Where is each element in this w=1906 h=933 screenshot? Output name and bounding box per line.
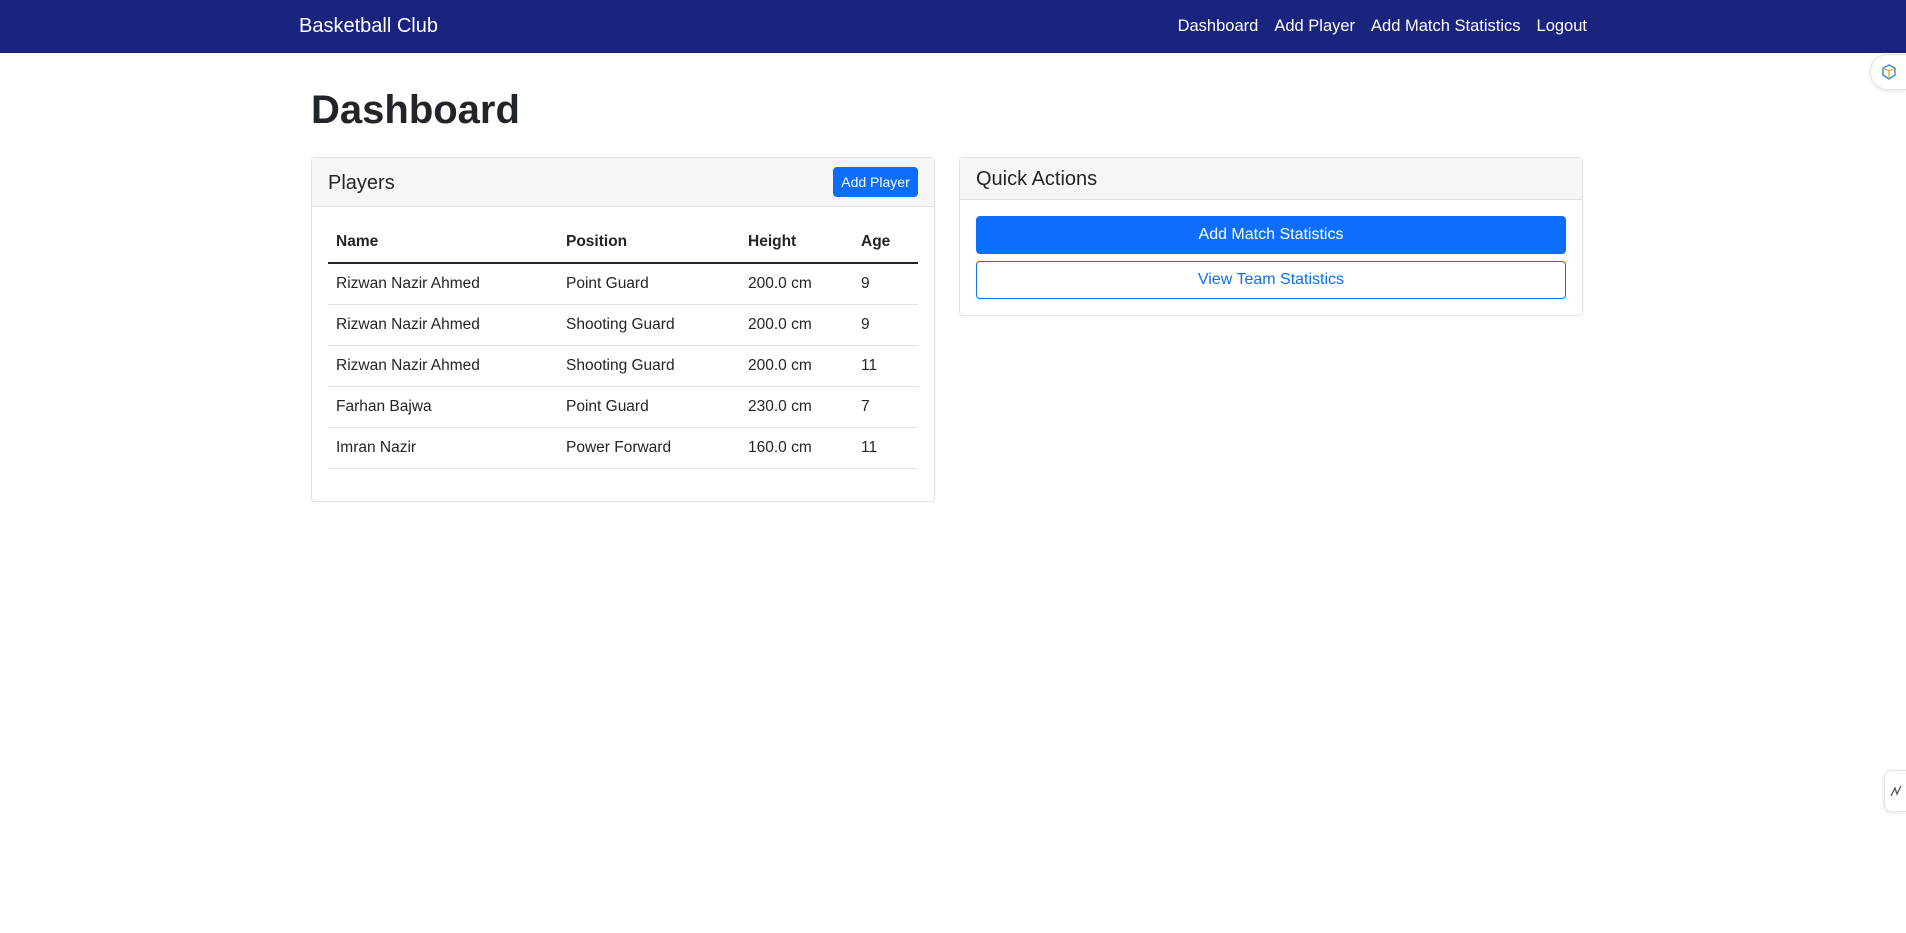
cell-position: Point Guard	[558, 386, 740, 428]
quick-actions-card: Quick Actions Add Match Statistics View …	[959, 157, 1583, 316]
cell-age: 7	[853, 386, 918, 428]
table-row: Rizwan Nazir Ahmed Point Guard 200.0 cm …	[328, 263, 918, 305]
cell-age: 9	[853, 263, 918, 305]
cell-name: Rizwan Nazir Ahmed	[328, 263, 558, 305]
resize-handle-icon	[1889, 785, 1902, 797]
cell-age: 9	[853, 304, 918, 346]
players-card: Players Add Player Name Position Height …	[311, 157, 935, 502]
cell-name: Rizwan Nazir Ahmed	[328, 345, 558, 387]
column-header-name: Name	[328, 222, 558, 264]
add-player-button[interactable]: Add Player	[833, 167, 918, 197]
cell-age: 11	[853, 427, 918, 469]
cell-position: Shooting Guard	[558, 304, 740, 346]
cell-name: Rizwan Nazir Ahmed	[328, 304, 558, 346]
nav-links: Dashboard Add Player Add Match Statistic…	[1178, 0, 1587, 53]
cell-height: 230.0 cm	[740, 386, 853, 428]
top-navbar: Basketball Club Dashboard Add Player Add…	[0, 0, 1906, 53]
brand-logo-text[interactable]: Basketball Club	[299, 0, 438, 53]
cell-name: Imran Nazir	[328, 427, 558, 469]
nav-link-dashboard[interactable]: Dashboard	[1178, 17, 1259, 36]
table-row: Farhan Bajwa Point Guard 230.0 cm 7	[328, 386, 918, 428]
quick-actions-card-title: Quick Actions	[976, 168, 1098, 190]
cell-height: 200.0 cm	[740, 304, 853, 346]
nav-link-add-match-statistics[interactable]: Add Match Statistics	[1371, 17, 1520, 36]
players-table: Name Position Height Age Rizwan Nazir Ah…	[328, 222, 918, 469]
resize-side-tab[interactable]	[1884, 770, 1906, 812]
extension-icon	[1881, 64, 1896, 80]
extension-side-tab[interactable]	[1870, 54, 1906, 90]
view-team-statistics-button[interactable]: View Team Statistics	[976, 261, 1566, 299]
nav-link-add-player[interactable]: Add Player	[1274, 17, 1355, 36]
cell-height: 200.0 cm	[740, 263, 853, 305]
cell-height: 200.0 cm	[740, 345, 853, 387]
column-header-position: Position	[558, 222, 740, 264]
cell-age: 11	[853, 345, 918, 387]
table-header-row: Name Position Height Age	[328, 222, 918, 264]
table-row: Imran Nazir Power Forward 160.0 cm 11	[328, 427, 918, 469]
column-header-age: Age	[853, 222, 918, 264]
quick-actions-card-header: Quick Actions	[960, 158, 1582, 200]
column-header-height: Height	[740, 222, 853, 264]
cell-name: Farhan Bajwa	[328, 386, 558, 428]
table-row: Rizwan Nazir Ahmed Shooting Guard 200.0 …	[328, 304, 918, 346]
cell-position: Power Forward	[558, 427, 740, 469]
cell-position: Shooting Guard	[558, 345, 740, 387]
cell-height: 160.0 cm	[740, 427, 853, 469]
players-card-title: Players	[328, 172, 395, 194]
page-title: Dashboard	[311, 88, 520, 132]
add-match-statistics-button[interactable]: Add Match Statistics	[976, 216, 1566, 254]
cell-position: Point Guard	[558, 263, 740, 305]
players-card-header: Players Add Player	[312, 158, 934, 207]
nav-link-logout[interactable]: Logout	[1537, 17, 1587, 36]
table-row: Rizwan Nazir Ahmed Shooting Guard 200.0 …	[328, 345, 918, 387]
